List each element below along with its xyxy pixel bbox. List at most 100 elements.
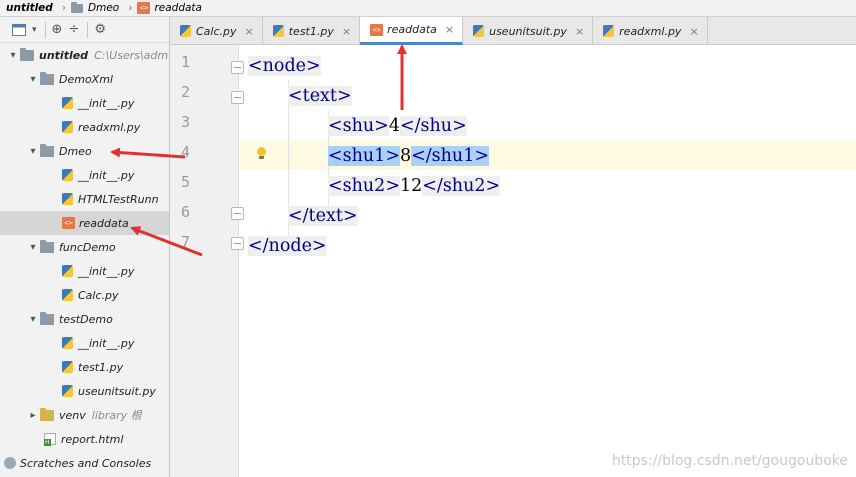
collapse-icon[interactable]: ÷	[68, 21, 79, 39]
fold-marker-icon[interactable]	[231, 61, 244, 74]
tab-label: readdata	[387, 23, 437, 36]
tree-file[interactable]: readxml.py	[0, 115, 169, 139]
line-number: 3	[180, 113, 190, 131]
tab-readdata[interactable]: <> readdata ×	[360, 17, 464, 45]
tree-file[interactable]: HTMLTestRunn	[0, 187, 169, 211]
tree-item-label: __init__.py	[78, 168, 135, 182]
fold-marker-icon[interactable]	[231, 237, 244, 250]
breadcrumb-project-label: untitled	[6, 2, 53, 14]
xml-tag: <shu2>	[328, 176, 400, 196]
tree-file[interactable]: <> readdata	[0, 211, 169, 235]
python-file-icon	[62, 337, 73, 349]
code-line[interactable]: <node>	[248, 53, 321, 80]
line-number: 7	[180, 233, 190, 251]
xml-file-icon: <>	[62, 217, 75, 229]
tree-file[interactable]: useunitsuit.py	[0, 379, 169, 403]
tree-folder-funcdemo[interactable]: ▾ funcDemo	[0, 235, 169, 259]
tree-file[interactable]: test1.py	[0, 355, 169, 379]
dropdown-icon[interactable]: ▾	[32, 21, 37, 39]
folder-icon	[40, 407, 54, 421]
xml-tag: <shu1>	[328, 146, 400, 166]
close-icon[interactable]: ×	[445, 23, 454, 36]
close-icon[interactable]: ×	[575, 25, 584, 38]
close-icon[interactable]: ×	[342, 25, 351, 38]
chevron-down-icon[interactable]: ▾	[6, 50, 20, 61]
code-line[interactable]: <shu1>8</shu1>	[328, 143, 490, 170]
xml-text-value: 8	[399, 146, 412, 166]
breadcrumb-separator: ›	[61, 2, 67, 14]
code-line[interactable]: <shu2>12</shu2>	[328, 173, 501, 200]
tree-folder-untitled[interactable]: ▾ untitled C:\Users\adm	[0, 43, 169, 67]
close-icon[interactable]: ×	[689, 25, 698, 38]
breadcrumb-folder[interactable]: Dmeo	[71, 1, 119, 14]
breadcrumb: untitled › Dmeo › <> readdata	[0, 0, 856, 17]
breadcrumb-file-label: readdata	[154, 2, 202, 14]
tree-item-label: __init__.py	[78, 336, 135, 350]
tree-file[interactable]: __init__.py	[0, 259, 169, 283]
folder-icon	[40, 311, 54, 325]
tree-item-label: untitled	[39, 48, 89, 62]
xml-tag: </text>	[288, 206, 358, 226]
python-file-icon	[62, 97, 73, 109]
tree-file[interactable]: __init__.py	[0, 91, 169, 115]
tree-folder-dmeo[interactable]: ▾ Dmeo	[0, 139, 169, 163]
gear-icon[interactable]: ⚙	[94, 21, 106, 39]
code-editor[interactable]: 1234567 <node> <text> <shu>4</shu> <shu1>8<…	[170, 45, 856, 477]
tree-item-label: DemoXml	[59, 72, 113, 86]
tree-file[interactable]: __init__.py	[0, 163, 169, 187]
locate-icon[interactable]: ⊕	[52, 21, 63, 39]
project-view-icon[interactable]	[12, 21, 26, 39]
breadcrumb-project[interactable]: untitled	[6, 2, 53, 14]
project-tree: ▾ untitled C:\Users\adm ▾ DemoXml __init__.py…	[0, 43, 169, 475]
tab-test1-py[interactable]: test1.py ×	[263, 17, 361, 45]
tree-item-note: library 根	[91, 409, 142, 422]
chevron-down-icon[interactable]: ▾	[26, 74, 40, 85]
python-file-icon	[62, 361, 73, 373]
fold-marker-icon[interactable]	[231, 91, 244, 104]
tree-folder-venv[interactable]: ▸ venv library 根	[0, 403, 169, 427]
code-line[interactable]: </text>	[288, 203, 358, 230]
folder-icon	[71, 1, 84, 13]
tree-file[interactable]: Scratches and Consoles	[0, 451, 169, 475]
tree-file[interactable]: Calc.py	[0, 283, 169, 307]
code-line[interactable]: </node>	[248, 233, 327, 260]
line-number: 5	[180, 173, 190, 191]
tree-item-label: venv	[59, 408, 86, 422]
chevron-down-icon[interactable]: ▾	[26, 242, 40, 253]
scratches-icon	[4, 457, 16, 469]
tree-item-label: funcDemo	[59, 240, 116, 254]
tree-item-label: report.html	[61, 432, 124, 446]
tree-item-label: HTMLTestRunn	[78, 192, 159, 206]
tree-item-label: __init__.py	[78, 96, 135, 110]
line-number: 1	[180, 53, 190, 71]
tree-folder-testdemo[interactable]: ▾ testDemo	[0, 307, 169, 331]
python-file-icon	[62, 385, 73, 397]
breadcrumb-separator: ›	[128, 2, 133, 14]
tree-item-label: readdata	[79, 216, 129, 230]
toolbar-divider	[87, 21, 89, 38]
close-icon[interactable]: ×	[245, 25, 254, 38]
lightbulb-icon[interactable]	[256, 147, 266, 160]
tree-file[interactable]: __init__.py	[0, 331, 169, 355]
xml-tag: </shu2>	[422, 176, 501, 196]
xml-text-value: 4	[388, 116, 400, 136]
chevron-down-icon[interactable]: ▾	[26, 146, 40, 157]
fold-marker-icon[interactable]	[231, 207, 244, 220]
tab-readxml-py[interactable]: readxml.py ×	[593, 17, 708, 45]
python-file-icon	[473, 25, 485, 37]
tree-folder-demoxml[interactable]: ▾ DemoXml	[0, 67, 169, 91]
tab-calc-py[interactable]: Calc.py ×	[170, 17, 263, 45]
code-line[interactable]: <text>	[288, 83, 352, 110]
folder-icon	[40, 143, 54, 157]
editor-tab-bar: Calc.py × test1.py × <> readdata × useunitsuit.…	[170, 17, 856, 45]
tree-file[interactable]: report.html	[0, 427, 169, 451]
tab-label: readxml.py	[619, 24, 682, 38]
xml-tag: <node>	[248, 56, 321, 76]
tree-item-note: C:\Users\adm	[94, 48, 169, 62]
tab-useunitsuit-py[interactable]: useunitsuit.py ×	[463, 17, 594, 45]
breadcrumb-file[interactable]: <> readdata	[137, 2, 202, 14]
chevron-right-icon[interactable]: ▸	[26, 410, 40, 421]
python-file-icon	[180, 25, 191, 37]
chevron-down-icon[interactable]: ▾	[26, 314, 40, 325]
code-line[interactable]: <shu>4</shu>	[328, 113, 467, 140]
